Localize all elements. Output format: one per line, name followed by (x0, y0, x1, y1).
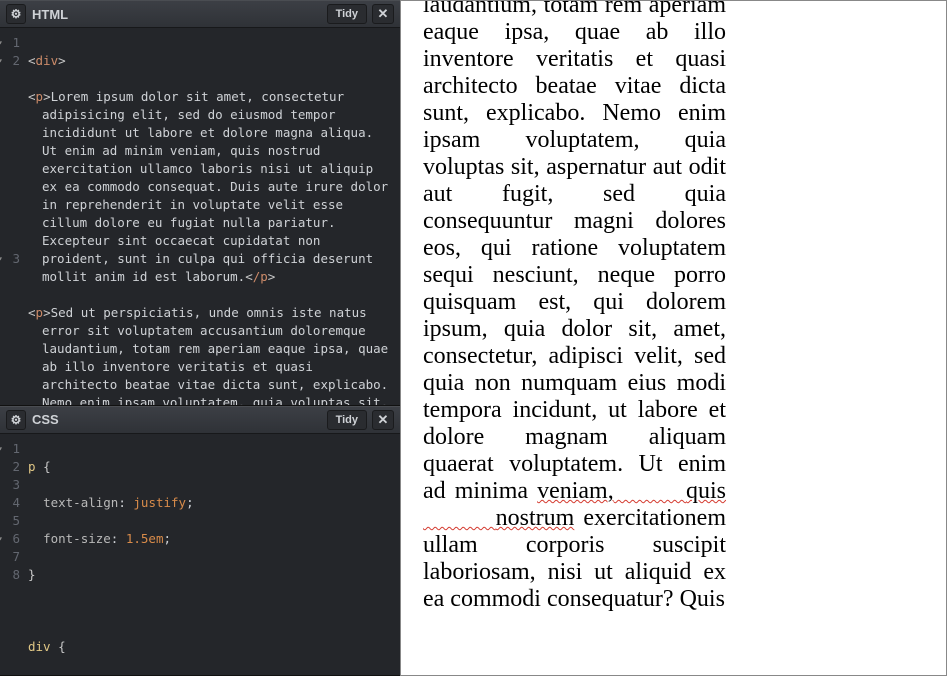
css-editor[interactable]: 1 2 3 4 5 6 7 8 p { text-align: justify;… (0, 434, 400, 675)
html-panel-header: ⚙ HTML Tidy ✕ (0, 0, 400, 28)
close-icon[interactable]: ✕ (372, 410, 394, 430)
css-panel-header: ⚙ CSS Tidy ✕ (0, 406, 400, 434)
preview-para-2: Sed ut perspiciatis, unde omnis iste nat… (423, 0, 726, 613)
css-panel-title: CSS (32, 412, 322, 427)
html-panel-title: HTML (32, 7, 322, 22)
preview-pane: anim id est laborum. Sed ut perspiciatis… (400, 0, 947, 676)
editor-column: ⚙ HTML Tidy ✕ 1 2 3 <div> <p>Lorem ipsum… (0, 0, 400, 676)
preview-content: anim id est laborum. Sed ut perspiciatis… (401, 0, 946, 507)
gear-icon[interactable]: ⚙ (6, 410, 26, 430)
css-gutter: 1 2 3 4 5 6 7 8 (0, 434, 24, 675)
tidy-button[interactable]: Tidy (327, 410, 367, 430)
html-gutter: 1 2 3 (0, 28, 24, 405)
css-code[interactable]: p { text-align: justify; font-size: 1.5e… (24, 434, 400, 675)
app-root: ⚙ HTML Tidy ✕ 1 2 3 <div> <p>Lorem ipsum… (0, 0, 947, 676)
html-panel: ⚙ HTML Tidy ✕ 1 2 3 <div> <p>Lorem ipsum… (0, 0, 400, 406)
gear-icon[interactable]: ⚙ (6, 4, 26, 24)
html-editor[interactable]: 1 2 3 <div> <p>Lorem ipsum dolor sit ame… (0, 28, 400, 405)
close-icon[interactable]: ✕ (372, 4, 394, 24)
html-code[interactable]: <div> <p>Lorem ipsum dolor sit amet, con… (24, 28, 400, 405)
tidy-button[interactable]: Tidy (327, 4, 367, 24)
css-panel: ⚙ CSS Tidy ✕ 1 2 3 4 5 6 7 8 p { text-al… (0, 406, 400, 676)
